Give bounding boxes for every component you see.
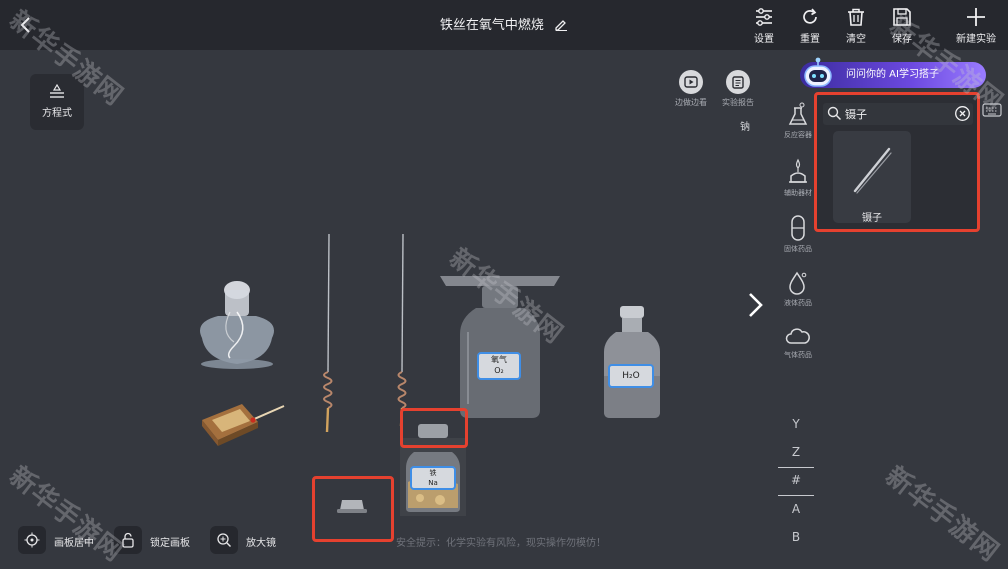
tweezers-icon xyxy=(853,147,892,194)
iron-name: 铁 xyxy=(429,469,437,477)
alpha-divider xyxy=(778,495,814,496)
zoom-in-icon xyxy=(210,526,238,554)
bottle-stopper[interactable] xyxy=(334,494,370,518)
oxygen-formula: O₂ xyxy=(494,366,504,375)
watch-while-doing-button[interactable]: 边做边看 xyxy=(669,70,713,108)
sodium-formula: Na xyxy=(428,479,438,487)
equation-label: 方程式 xyxy=(42,108,72,119)
reset-label: 重置 xyxy=(800,34,820,45)
clear-button[interactable]: 清空 xyxy=(834,6,878,45)
robot-icon xyxy=(804,57,832,87)
search-input[interactable] xyxy=(845,105,949,123)
category-label: 固体药品 xyxy=(784,245,812,253)
category-solid-reagents[interactable]: 固体药品 xyxy=(776,214,820,254)
iron-wire[interactable] xyxy=(394,232,410,428)
lock-canvas-label: 锁定画板 xyxy=(150,538,190,549)
category-gas-reagents[interactable]: 气体药品 xyxy=(776,326,820,360)
alpha-index-a[interactable]: A xyxy=(778,502,814,516)
search-result-tweezers[interactable]: 镊子 xyxy=(833,131,911,224)
safety-tip: 安全提示：化学实验有风险，现实操作勿模仿！ xyxy=(396,538,606,549)
magnifier-label: 放大镜 xyxy=(246,538,276,549)
alcohol-lamp[interactable] xyxy=(190,272,284,376)
watch-while-doing-label: 边做边看 xyxy=(675,98,707,107)
category-auxiliary-equipment[interactable]: 辅助器材 xyxy=(776,158,820,198)
watermark: 新华手游网 xyxy=(879,461,1005,568)
search-result-label: 镊子 xyxy=(862,213,882,224)
search-bar xyxy=(823,103,973,125)
alpha-index-b[interactable]: B xyxy=(778,530,814,544)
matchbox[interactable] xyxy=(198,398,290,446)
element-label: 钠 xyxy=(740,122,750,133)
new-experiment-label: 新建实验 xyxy=(956,34,996,45)
new-experiment-button[interactable]: 新建实验 xyxy=(952,6,1000,45)
alpha-index-z[interactable]: Z xyxy=(778,445,814,459)
settings-label: 设置 xyxy=(754,34,774,45)
chevron-right-icon[interactable] xyxy=(744,290,768,320)
page-title: 铁丝在氧气中燃烧 xyxy=(439,18,544,33)
sodium-label-card: 铁 Na xyxy=(410,466,456,490)
burner-icon xyxy=(789,158,807,183)
equation-icon xyxy=(50,84,64,98)
category-label: 辅助器材 xyxy=(784,189,812,197)
category-liquid-reagents[interactable]: 液体药品 xyxy=(776,270,820,308)
experiment-report-button[interactable]: 实验报告 xyxy=(716,70,760,108)
target-icon xyxy=(18,526,46,554)
category-label: 液体药品 xyxy=(784,299,812,307)
flask-icon xyxy=(788,102,808,125)
clear-search-icon[interactable] xyxy=(954,105,971,122)
top-bar: 铁丝在氧气中燃烧 设置 重置 清空 保存 新建实验 xyxy=(0,0,1008,50)
ai-banner-text: 问问你的 AI学习搭子 xyxy=(846,69,939,80)
sliders-icon xyxy=(756,8,772,26)
experiment-report-label: 实验报告 xyxy=(722,98,754,107)
alpha-divider xyxy=(778,467,814,468)
category-reaction-vessels[interactable]: 反应容器 xyxy=(776,102,820,140)
oxygen-label-card: 氧气 O₂ xyxy=(477,352,521,380)
report-icon xyxy=(726,70,750,94)
drop-icon xyxy=(789,271,807,295)
alpha-index-hash[interactable]: # xyxy=(778,473,814,487)
capsule-icon xyxy=(791,215,805,241)
category-label: 反应容器 xyxy=(784,131,812,139)
plus-icon xyxy=(967,8,985,26)
water-formula: H₂O xyxy=(622,371,640,381)
iron-wire[interactable] xyxy=(318,232,334,436)
water-label-card: H₂O xyxy=(608,364,654,388)
settings-button[interactable]: 设置 xyxy=(742,6,786,45)
play-icon xyxy=(679,70,703,94)
water-reagent-bottle[interactable] xyxy=(600,304,664,420)
magnifier-button[interactable]: 放大镜 xyxy=(210,526,290,554)
edit-icon[interactable] xyxy=(554,17,568,31)
trash-icon xyxy=(848,8,864,26)
alpha-index-y[interactable]: Y xyxy=(778,417,814,431)
clear-label: 清空 xyxy=(846,34,866,45)
search-icon xyxy=(827,106,842,121)
reset-button[interactable]: 重置 xyxy=(788,6,832,45)
oxygen-name: 氧气 xyxy=(491,355,507,364)
equipment-search-panel: 镊子 xyxy=(814,92,980,232)
refresh-icon xyxy=(803,8,817,24)
cloud-icon xyxy=(785,328,810,344)
category-label: 气体药品 xyxy=(784,351,812,359)
